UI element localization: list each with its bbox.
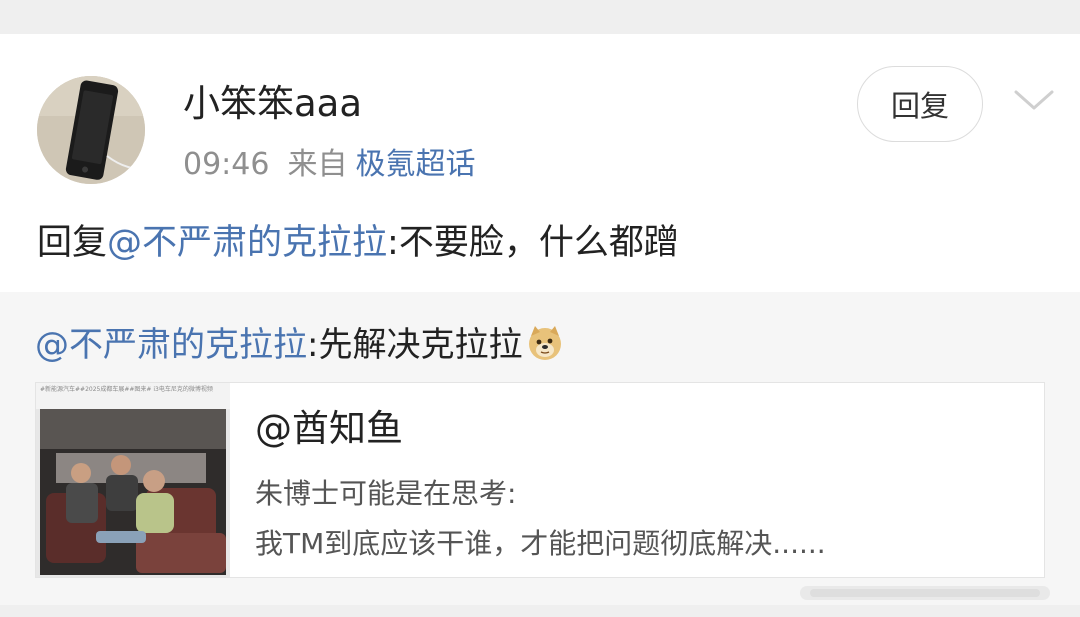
avatar-phone-image [37, 76, 145, 184]
comment-text: 回复@不严肃的克拉拉:不要脸，什么都蹭 [37, 220, 679, 266]
video-thumbnail[interactable]: #新能源汽车##2025成都车展##图来# i3电车尼克的微博视频 [36, 383, 230, 577]
username[interactable]: 小笨笨aaa [183, 80, 362, 128]
card-title[interactable]: @酋知鱼 [255, 405, 403, 453]
quoted-text: @不严肃的克拉拉:先解决克拉拉 [35, 322, 564, 368]
top-separator [0, 0, 1080, 34]
post-time: 09:46 [183, 147, 270, 182]
comment-mention-link[interactable]: @不严肃的克拉拉 [107, 223, 387, 263]
doge-emoji-icon [529, 326, 562, 360]
source-prefix: 来自 [287, 147, 348, 182]
reply-button[interactable]: 回复 [857, 66, 983, 142]
quoted-body: :先解决克拉拉 [307, 325, 523, 365]
quoted-mention-link[interactable]: @不严肃的克拉拉 [35, 325, 307, 365]
chevron-down-icon[interactable] [1012, 88, 1056, 114]
card-description-line2: 我TM到底应该干谁，才能把问题彻底解决...... [255, 527, 826, 560]
comment-body: :不要脸，什么都蹭 [387, 223, 679, 263]
post-meta: 09:46 来自 极氪超话 [183, 145, 475, 185]
watermark-graphic [800, 586, 1050, 600]
thumbnail-caption: #新能源汽车##2025成都车展##图来# i3电车尼克的微博视频 [40, 385, 213, 393]
comment-prefix: 回复 [37, 223, 108, 263]
bottom-separator [0, 605, 1080, 617]
source-topic-link[interactable]: 极氪超话 [355, 147, 475, 182]
avatar[interactable] [37, 76, 145, 184]
video-thumbnail-image: #新能源汽车##2025成都车展##图来# i3电车尼克的微博视频 [36, 383, 230, 577]
card-description-line1: 朱博士可能是在思考: [255, 477, 517, 510]
